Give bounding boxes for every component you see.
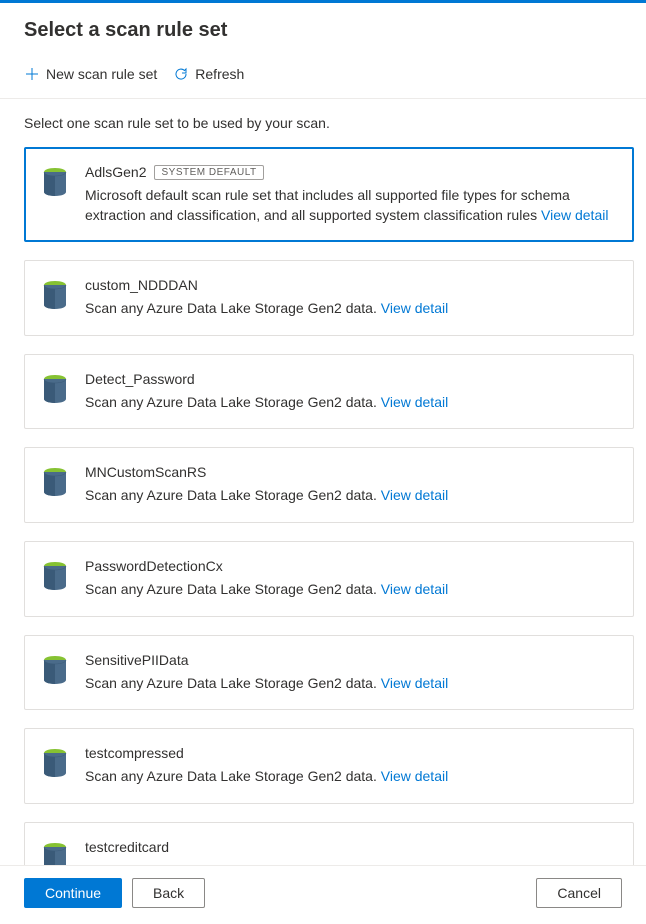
panel-header: Select a scan rule set [0,3,646,54]
card-body: MNCustomScanRS Scan any Azure Data Lake S… [85,464,613,506]
card-body: custom_NDDDAN Scan any Azure Data Lake St… [85,277,613,319]
card-body: Detect_Password Scan any Azure Data Lake … [85,371,613,413]
rule-set-description: Scan any Azure Data Lake Storage Gen2 da… [85,580,613,600]
rule-set-card[interactable]: testcreditcardScan any Azure Data Lake S… [24,822,634,865]
rule-set-description: Microsoft default scan rule set that inc… [85,186,613,225]
instruction-text: Select one scan rule set to be used by y… [0,99,646,143]
rule-set-card[interactable]: PasswordDetectionCx Scan any Azure Data L… [24,541,634,617]
data-source-icon [41,279,69,311]
new-scan-rule-set-label: New scan rule set [46,66,157,82]
data-source-icon [41,654,69,686]
rule-set-card[interactable]: AdlsGen2 SYSTEM DEFAULT Microsoft default … [24,147,634,242]
plus-icon [24,66,40,82]
rule-set-name: testcreditcard [85,839,169,855]
toolbar: New scan rule set Refresh [0,54,646,99]
rule-set-card[interactable]: MNCustomScanRS Scan any Azure Data Lake S… [24,447,634,523]
data-source-icon [41,560,69,592]
data-source-icon [41,166,69,198]
page-title: Select a scan rule set [24,19,622,42]
rule-set-description: Scan any Azure Data Lake Storage Gen2 da… [85,299,613,319]
footer: Continue Back Cancel [0,865,646,924]
rule-set-description: Scan any Azure Data Lake Storage Gen2 da… [85,393,613,413]
rule-set-description: Scan any Azure Data Lake Storage Gen2 da… [85,486,613,506]
rule-set-name: testcompressed [85,745,184,761]
refresh-label: Refresh [195,66,244,82]
rule-set-card[interactable]: testcompressed Scan any Azure Data Lake S… [24,728,634,804]
view-detail-link[interactable]: View detail [381,768,448,784]
refresh-button[interactable]: Refresh [173,62,244,86]
view-detail-link[interactable]: View detail [541,207,608,223]
card-body: PasswordDetectionCx Scan any Azure Data L… [85,558,613,600]
card-body: AdlsGen2 SYSTEM DEFAULT Microsoft default … [85,164,613,225]
rule-set-name: MNCustomScanRS [85,464,206,480]
rule-set-card[interactable]: custom_NDDDAN Scan any Azure Data Lake St… [24,260,634,336]
cancel-button[interactable]: Cancel [536,878,622,908]
card-body: testcompressed Scan any Azure Data Lake S… [85,745,613,787]
view-detail-link[interactable]: View detail [381,300,448,316]
rule-set-list[interactable]: AdlsGen2 SYSTEM DEFAULT Microsoft default … [0,143,646,865]
view-detail-link[interactable]: View detail [381,581,448,597]
rule-set-name: PasswordDetectionCx [85,558,223,574]
card-body: SensitivePIIData Scan any Azure Data Lake… [85,652,613,694]
rule-set-card[interactable]: Detect_Password Scan any Azure Data Lake … [24,354,634,430]
rule-set-card[interactable]: SensitivePIIData Scan any Azure Data Lake… [24,635,634,711]
continue-button[interactable]: Continue [24,878,122,908]
data-source-icon [41,466,69,498]
data-source-icon [41,747,69,779]
data-source-icon [41,373,69,405]
new-scan-rule-set-button[interactable]: New scan rule set [24,62,157,86]
view-detail-link[interactable]: View detail [381,394,448,410]
rule-set-description: Scan any Azure Data Lake Storage Gen2 da… [85,767,613,787]
rule-set-description: Scan any Azure Data Lake Storage Gen2 da… [85,674,613,694]
rule-set-name: SensitivePIIData [85,652,189,668]
system-default-badge: SYSTEM DEFAULT [154,165,263,180]
back-button[interactable]: Back [132,878,205,908]
rule-set-name: AdlsGen2 [85,164,146,180]
view-detail-link[interactable]: View detail [381,487,448,503]
data-source-icon [41,841,69,865]
refresh-icon [173,66,189,82]
card-body: testcreditcardScan any Azure Data Lake S… [85,839,613,865]
view-detail-link[interactable]: View detail [381,675,448,691]
rule-set-name: Detect_Password [85,371,195,387]
rule-set-name: custom_NDDDAN [85,277,198,293]
